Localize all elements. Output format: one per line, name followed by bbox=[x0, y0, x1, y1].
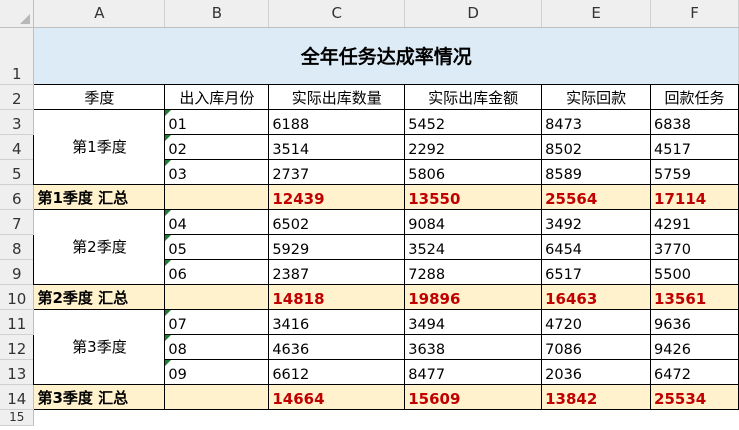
row-header[interactable]: 14 bbox=[0, 384, 35, 410]
summary-label[interactable]: 第1季度 汇总 bbox=[33, 183, 166, 210]
summary-collected[interactable]: 16463 bbox=[541, 283, 652, 310]
collected-cell[interactable]: 7086 bbox=[541, 333, 652, 360]
amount-cell[interactable]: 2292 bbox=[404, 133, 543, 160]
row-header[interactable]: 5 bbox=[0, 159, 35, 185]
amount-cell[interactable]: 5806 bbox=[404, 158, 543, 185]
column-header-c[interactable]: C bbox=[268, 0, 406, 28]
month-cell[interactable]: 03 bbox=[164, 158, 270, 185]
row-header[interactable]: 10 bbox=[0, 284, 35, 310]
target-cell[interactable]: 4517 bbox=[650, 133, 739, 160]
qty-cell[interactable]: 6502 bbox=[268, 208, 406, 235]
header-actual-collected[interactable]: 实际回款 bbox=[541, 83, 652, 110]
target-cell[interactable]: 4291 bbox=[650, 208, 739, 235]
target-cell[interactable]: 5759 bbox=[650, 158, 739, 185]
summary-target[interactable]: 17114 bbox=[650, 183, 739, 210]
collected-cell[interactable]: 8473 bbox=[541, 108, 652, 135]
row-header[interactable]: 6 bbox=[0, 184, 35, 210]
summary-qty[interactable]: 12439 bbox=[268, 183, 406, 210]
header-collection-target[interactable]: 回款任务 bbox=[650, 83, 739, 110]
column-header-d[interactable]: D bbox=[404, 0, 543, 28]
summary-amount[interactable]: 15609 bbox=[404, 383, 543, 410]
amount-cell[interactable]: 5452 bbox=[404, 108, 543, 135]
row-header[interactable]: 15 bbox=[0, 409, 35, 426]
collected-cell[interactable]: 6517 bbox=[541, 258, 652, 285]
qty-cell[interactable]: 3416 bbox=[268, 308, 406, 335]
qty-cell[interactable]: 2737 bbox=[268, 158, 406, 185]
summary-qty[interactable]: 14818 bbox=[268, 283, 406, 310]
summary-target[interactable]: 25534 bbox=[650, 383, 739, 410]
qty-cell[interactable]: 6612 bbox=[268, 358, 406, 385]
row-header[interactable]: 7 bbox=[0, 209, 35, 235]
summary-collected[interactable]: 13842 bbox=[541, 383, 652, 410]
quarter-cell[interactable]: 第2季度 bbox=[33, 208, 166, 285]
month-cell[interactable]: 09 bbox=[164, 358, 270, 385]
summary-month-cell[interactable] bbox=[164, 283, 270, 310]
summary-qty[interactable]: 14664 bbox=[268, 383, 406, 410]
row-header[interactable]: 13 bbox=[0, 359, 35, 385]
qty-cell[interactable]: 2387 bbox=[268, 258, 406, 285]
summary-collected[interactable]: 25564 bbox=[541, 183, 652, 210]
summary-month-cell[interactable] bbox=[164, 183, 270, 210]
row-header[interactable]: 8 bbox=[0, 234, 35, 260]
qty-cell[interactable]: 4636 bbox=[268, 333, 406, 360]
summary-target[interactable]: 13561 bbox=[650, 283, 739, 310]
summary-amount[interactable]: 13550 bbox=[404, 183, 543, 210]
target-cell[interactable]: 9636 bbox=[650, 308, 739, 335]
summary-month-cell[interactable] bbox=[164, 383, 270, 410]
row-header[interactable]: 9 bbox=[0, 259, 35, 285]
month-cell[interactable]: 08 bbox=[164, 333, 270, 360]
amount-cell[interactable]: 8477 bbox=[404, 358, 543, 385]
collected-cell[interactable]: 8589 bbox=[541, 158, 652, 185]
header-actual-amount[interactable]: 实际出库金额 bbox=[404, 83, 543, 110]
collected-cell[interactable]: 8502 bbox=[541, 133, 652, 160]
row-header[interactable]: 11 bbox=[0, 309, 35, 335]
month-cell[interactable]: 01 bbox=[164, 108, 270, 135]
month-cell[interactable]: 02 bbox=[164, 133, 270, 160]
row-header[interactable]: 2 bbox=[0, 84, 35, 110]
sheet-title[interactable]: 全年任务达成率情况 bbox=[33, 27, 739, 85]
target-cell[interactable]: 6472 bbox=[650, 358, 739, 385]
target-cell[interactable]: 5500 bbox=[650, 258, 739, 285]
empty-row[interactable] bbox=[34, 409, 739, 425]
target-cell[interactable]: 9426 bbox=[650, 333, 739, 360]
column-header-b[interactable]: B bbox=[164, 0, 270, 28]
quarter-cell[interactable]: 第3季度 bbox=[33, 308, 166, 385]
month-cell[interactable]: 07 bbox=[164, 308, 270, 335]
summary-label[interactable]: 第3季度 汇总 bbox=[33, 383, 166, 410]
header-month[interactable]: 出入库月份 bbox=[164, 83, 270, 110]
header-quarter[interactable]: 季度 bbox=[33, 83, 166, 110]
amount-cell[interactable]: 3638 bbox=[404, 333, 543, 360]
spreadsheet-grid: A B C D E F 1 全年任务达成率情况 2 季度 出入库月份 实际出库数… bbox=[0, 0, 739, 426]
column-header-e[interactable]: E bbox=[541, 0, 652, 28]
select-all-corner[interactable] bbox=[0, 0, 35, 28]
amount-cell[interactable]: 3524 bbox=[404, 233, 543, 260]
quarter-cell[interactable]: 第1季度 bbox=[33, 108, 166, 185]
summary-amount[interactable]: 19896 bbox=[404, 283, 543, 310]
qty-cell[interactable]: 6188 bbox=[268, 108, 406, 135]
collected-cell[interactable]: 2036 bbox=[541, 358, 652, 385]
collected-cell[interactable]: 4720 bbox=[541, 308, 652, 335]
target-cell[interactable]: 3770 bbox=[650, 233, 739, 260]
collected-cell[interactable]: 6454 bbox=[541, 233, 652, 260]
select-all-triangle-icon bbox=[20, 13, 31, 24]
row-header[interactable]: 1 bbox=[0, 27, 35, 85]
header-actual-qty[interactable]: 实际出库数量 bbox=[268, 83, 406, 110]
column-header-a[interactable]: A bbox=[33, 0, 166, 28]
target-cell[interactable]: 6838 bbox=[650, 108, 739, 135]
qty-cell[interactable]: 5929 bbox=[268, 233, 406, 260]
spreadsheet: A B C D E F 1 全年任务达成率情况 2 季度 出入库月份 实际出库数… bbox=[0, 0, 739, 430]
row-header[interactable]: 12 bbox=[0, 334, 35, 360]
row-header[interactable]: 3 bbox=[0, 109, 35, 135]
column-header-f[interactable]: F bbox=[650, 0, 739, 28]
month-cell[interactable]: 06 bbox=[164, 258, 270, 285]
amount-cell[interactable]: 9084 bbox=[404, 208, 543, 235]
row-header[interactable]: 4 bbox=[0, 134, 35, 160]
qty-cell[interactable]: 3514 bbox=[268, 133, 406, 160]
month-cell[interactable]: 04 bbox=[164, 208, 270, 235]
collected-cell[interactable]: 3492 bbox=[541, 208, 652, 235]
month-cell[interactable]: 05 bbox=[164, 233, 270, 260]
amount-cell[interactable]: 3494 bbox=[404, 308, 543, 335]
amount-cell[interactable]: 7288 bbox=[404, 258, 543, 285]
summary-label[interactable]: 第2季度 汇总 bbox=[33, 283, 166, 310]
